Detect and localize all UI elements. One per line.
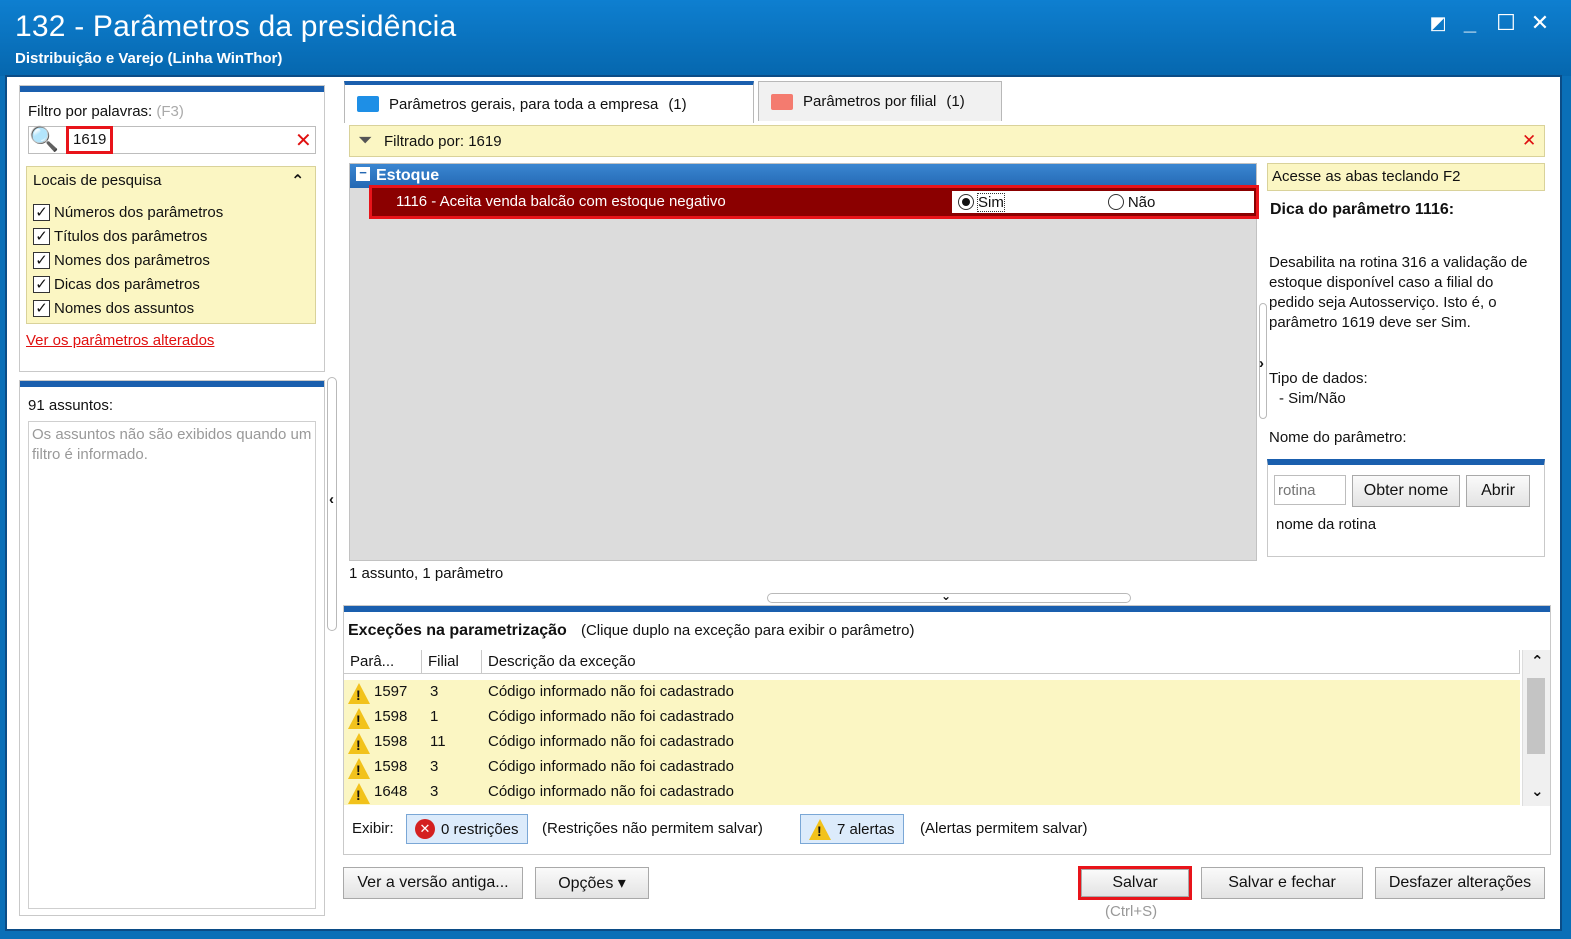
option-numbers[interactable]: ✓ Números dos parâmetros <box>33 202 223 222</box>
exceptions-subtitle: (Clique duplo na exceção para exibir o p… <box>580 622 915 639</box>
warning-icon <box>348 783 370 804</box>
alerts-note: (Alertas permitem salvar) <box>920 820 1088 837</box>
save-close-button[interactable]: Salvar e fechar <box>1201 867 1363 899</box>
minimize-icon[interactable]: _ <box>1457 10 1483 36</box>
group-estoque[interactable]: − Estoque <box>350 164 1256 188</box>
option-subjects[interactable]: ✓ Nomes dos assuntos <box>33 298 194 318</box>
search-input[interactable]: 1619 <box>65 126 114 154</box>
warning-icon <box>809 818 831 840</box>
table-row[interactable]: 15981Código informado não foi cadastrado <box>344 705 1520 730</box>
warning-icon <box>348 733 370 754</box>
chevron-right-icon[interactable]: › <box>1259 355 1264 372</box>
col-description[interactable]: Descrição da exceção <box>482 650 1520 674</box>
routine-name: nome da rotina <box>1276 516 1377 533</box>
scroll-thumb[interactable] <box>1527 678 1545 754</box>
warning-icon <box>348 683 370 704</box>
scroll-up-icon[interactable]: ⌃ <box>1531 652 1544 670</box>
routine-box: Obter nome Abrir nome da rotina <box>1267 459 1545 557</box>
search-locations: Locais de pesquisa ⌃ ✓ Números dos parâme… <box>26 166 316 324</box>
show-label: Exibir: <box>352 820 394 837</box>
warning-icon <box>348 708 370 729</box>
radio-no[interactable] <box>1107 194 1124 210</box>
get-name-button[interactable]: Obter nome <box>1352 475 1460 507</box>
exceptions-title: Exceções na parametrização <box>348 622 567 639</box>
exceptions-panel: Exceções na parametrização (Clique duplo… <box>343 605 1551 855</box>
warning-icon <box>348 758 370 779</box>
type-value: - Sim/Não <box>1279 390 1346 407</box>
chevron-down-icon[interactable]: ⌄ <box>941 589 951 603</box>
checkbox-checked-icon[interactable]: ✓ <box>33 203 50 221</box>
funnel-icon: ⏷ <box>358 130 373 150</box>
filtered-by: Filtrado por: 1619 <box>384 133 502 150</box>
param-label: 1116 - Aceita venda balcão com estoque n… <box>396 193 726 210</box>
checkbox-checked-icon[interactable]: ✓ <box>33 251 50 269</box>
maximize-icon[interactable]: ☐ <box>1493 10 1519 36</box>
collapse-icon[interactable]: ⌃ <box>291 171 304 191</box>
table-scrollbar[interactable]: ⌃ ⌄ <box>1522 650 1550 806</box>
name-label: Nome do parâmetro: <box>1269 429 1407 446</box>
locations-title: Locais de pesquisa <box>33 172 162 189</box>
error-icon: ✕ <box>415 819 435 839</box>
magnifier-icon: 🔍 <box>29 126 59 153</box>
param-row-1116[interactable]: 1116 - Aceita venda balcão com estoque n… <box>369 185 1259 219</box>
alerts-button[interactable]: 7 alertas <box>800 814 904 844</box>
main-window: Filtro por palavras: (F3) 🔍 1619 ✕ Locai… <box>5 75 1562 931</box>
filter-label: Filtro por palavras: <box>28 103 153 120</box>
col-param[interactable]: Parâ... <box>344 650 422 674</box>
checkbox-checked-icon[interactable]: ✓ <box>33 299 50 317</box>
window-subtitle: Distribuição e Varejo (Linha WinThor) <box>15 50 283 67</box>
subjects-count: 91 assuntos: <box>28 397 114 414</box>
type-label: Tipo de dados: <box>1269 370 1368 387</box>
grid-summary: 1 assunto, 1 parâmetro <box>349 565 504 582</box>
table-row[interactable]: 15973Código informado não foi cadastrado <box>344 680 1520 705</box>
tab-strip: Parâmetros gerais, para toda a empresa (1… <box>344 81 1554 123</box>
hint-panel: Acesse as abas teclando F2 Dica do parâm… <box>1267 163 1547 561</box>
tab-branch[interactable]: Parâmetros por filial (1) <box>758 81 1002 121</box>
col-filial[interactable]: Filial <box>422 650 482 674</box>
restrictions-button[interactable]: ✕ 0 restrições <box>406 814 528 844</box>
open-button[interactable]: Abrir <box>1466 475 1530 507</box>
option-hints[interactable]: ✓ Dicas dos parâmetros <box>33 274 200 294</box>
table-row[interactable]: 159811Código informado não foi cadastrad… <box>344 730 1520 755</box>
subjects-panel: 91 assuntos: Os assuntos não são exibido… <box>19 380 325 916</box>
options-button[interactable]: Opções ▾ <box>535 867 649 899</box>
param-value: Sim Não <box>952 191 1254 213</box>
tab-general[interactable]: Parâmetros gerais, para toda a empresa (1… <box>344 81 754 123</box>
hint-access: Acesse as abas teclando F2 <box>1267 163 1545 191</box>
title-bar: 132 - Parâmetros da presidência Distribu… <box>0 0 1571 76</box>
checkbox-checked-icon[interactable]: ✓ <box>33 227 50 245</box>
changed-params-link[interactable]: Ver os parâmetros alterados <box>26 332 214 349</box>
restore-icon[interactable]: ◩ <box>1425 10 1451 36</box>
folder-icon <box>357 96 379 112</box>
old-version-button[interactable]: Ver a versão antiga... <box>343 867 523 899</box>
table-row[interactable]: 15983Código informado não foi cadastrado <box>344 755 1520 780</box>
collapse-group-icon[interactable]: − <box>356 166 370 181</box>
folder-icon <box>771 93 793 110</box>
filter-panel: Filtro por palavras: (F3) 🔍 1619 ✕ Locai… <box>19 85 325 372</box>
parameters-grid: − Estoque 1116 - Aceita venda balcão com… <box>349 163 1259 561</box>
exceptions-table: Parâ... Filial Descrição da exceção 1597… <box>344 650 1550 806</box>
filtered-bar: ⏷ Filtrado por: 1619 ✕ <box>349 125 1545 157</box>
subjects-message: Os assuntos não são exibidos quando um f… <box>28 421 316 909</box>
routine-input[interactable] <box>1274 475 1346 505</box>
window-title: 132 - Parâmetros da presidência <box>15 10 457 43</box>
option-names[interactable]: ✓ Nomes dos parâmetros <box>33 250 210 270</box>
radio-yes[interactable] <box>958 194 974 210</box>
close-window-icon[interactable]: ✕ <box>1527 10 1553 36</box>
search-box: 🔍 1619 ✕ <box>28 126 316 154</box>
save-button[interactable]: Salvar <box>1078 866 1192 900</box>
checkbox-checked-icon[interactable]: ✓ <box>33 275 50 293</box>
table-row[interactable]: 16483Código informado não foi cadastrado <box>344 780 1520 805</box>
save-shortcut: (Ctrl+S) <box>1105 903 1158 920</box>
clear-filter-icon[interactable]: ✕ <box>295 128 312 153</box>
scroll-down-icon[interactable]: ⌄ <box>1531 782 1544 800</box>
hint-text: Desabilita na rotina 316 a validação de … <box>1269 254 1528 331</box>
hint-title: Dica do parâmetro 1116: <box>1270 201 1455 218</box>
undo-button[interactable]: Desfazer alterações <box>1375 867 1545 899</box>
clear-filtered-icon[interactable]: ✕ <box>1522 131 1536 151</box>
filter-shortcut: (F3) <box>156 103 184 120</box>
restrictions-note: (Restrições não permitem salvar) <box>542 820 763 837</box>
option-titles[interactable]: ✓ Títulos dos parâmetros <box>33 226 207 246</box>
chevron-left-icon[interactable]: ‹ <box>329 491 334 508</box>
